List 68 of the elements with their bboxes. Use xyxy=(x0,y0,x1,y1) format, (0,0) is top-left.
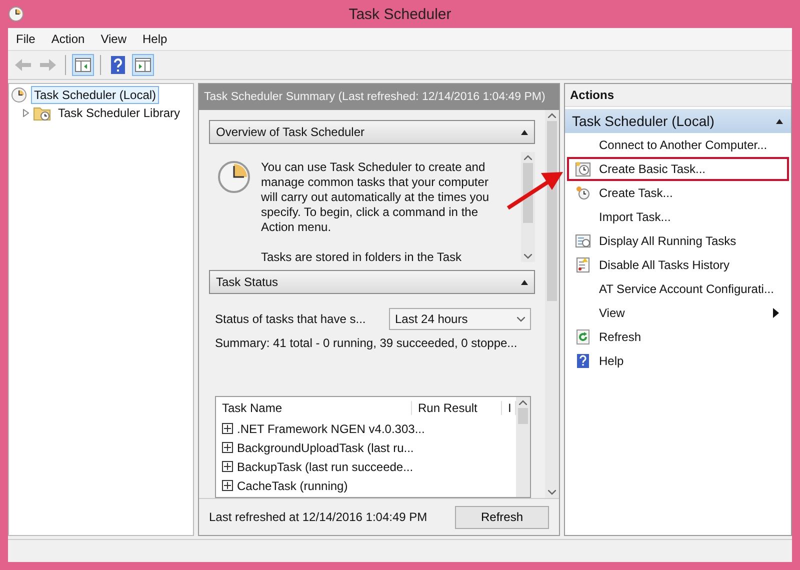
section-header[interactable]: Overview of Task Scheduler xyxy=(209,120,535,144)
expand-plus-icon xyxy=(222,442,233,453)
expand-arrow-icon[interactable] xyxy=(23,109,29,117)
app-clock-icon xyxy=(8,6,24,22)
column-header[interactable]: Run Result xyxy=(412,401,502,415)
menu-item[interactable]: File xyxy=(8,32,44,46)
summary-text: Summary: 41 total - 0 running, 39 succeeded, 0 stoppe... xyxy=(215,336,518,350)
task-row[interactable]: CacheTask (running) xyxy=(216,476,516,495)
command-entry[interactable]: Display All Running Tasks xyxy=(567,229,789,253)
expand-plus-icon xyxy=(222,423,233,434)
dropdown-chevron-icon[interactable] xyxy=(517,316,525,322)
menu-item[interactable]: View xyxy=(92,32,134,46)
refresh-icon xyxy=(575,329,591,345)
collapse-caret-icon[interactable] xyxy=(776,118,783,124)
tree-item[interactable]: Task Scheduler (Local) xyxy=(31,86,160,104)
clock-icon xyxy=(11,87,27,103)
clock-icon xyxy=(575,185,591,201)
section-header[interactable]: Task Status xyxy=(209,270,535,294)
overview-text: You can use Task Scheduler to create and manage common tasks that your computer will carry out automatically at the times you specify. To begin, click a command in the Action menu. xyxy=(261,160,490,235)
time-range-dropdown[interactable]: Last 24 hours xyxy=(389,308,531,330)
collapse-caret-icon[interactable] xyxy=(521,280,528,284)
scroll-thumb[interactable] xyxy=(518,408,528,424)
command-entry[interactable]: Disable All Tasks History xyxy=(567,253,789,277)
command-entry[interactable]: Connect to Another Computer... xyxy=(567,133,789,157)
command-entry[interactable]: Import Task... xyxy=(567,205,789,229)
command-entry[interactable]: Create Basic Task... xyxy=(567,157,789,181)
tree-pane-button[interactable] xyxy=(72,54,94,76)
expand-plus-icon xyxy=(222,480,233,491)
scrollbar[interactable] xyxy=(521,152,535,262)
help-icon xyxy=(575,353,591,369)
folder-clock-icon xyxy=(33,105,51,121)
last-refreshed-text: Last refreshed at 12/14/2016 1:04:49 PM xyxy=(209,510,428,524)
history-list-icon xyxy=(575,257,591,273)
command-entry[interactable]: AT Service Account Configurati... xyxy=(567,277,789,301)
column-header[interactable]: Task Name xyxy=(216,401,412,415)
task-row[interactable]: BackupTask (last run succeede... xyxy=(216,457,516,476)
scroll-thumb[interactable] xyxy=(523,163,533,223)
scroll-down-icon[interactable] xyxy=(524,254,532,259)
expand-plus-icon xyxy=(222,461,233,472)
clock-window-icon xyxy=(575,161,591,177)
command-entry[interactable]: Help xyxy=(567,349,789,373)
refresh-button[interactable]: Refresh xyxy=(455,506,549,528)
scroll-up-icon[interactable] xyxy=(519,400,527,405)
command-entry[interactable]: Refresh xyxy=(567,325,789,349)
scrollbar[interactable] xyxy=(516,397,530,497)
action-pane-button[interactable] xyxy=(132,54,154,76)
tree-item[interactable]: Task Scheduler Library xyxy=(55,104,184,122)
scroll-thumb[interactable] xyxy=(547,121,557,301)
actions-header: Actions xyxy=(565,84,791,107)
collapse-caret-icon[interactable] xyxy=(521,130,528,134)
scroll-up-icon[interactable] xyxy=(548,113,556,118)
summary-header: Task Scheduler Summary (Last refreshed: 12/14/2016 1:04:49 PM) xyxy=(199,84,559,110)
filter-label: Status of tasks that have s... xyxy=(215,312,366,326)
command-entry[interactable]: View xyxy=(567,301,789,325)
menu-item[interactable]: Action xyxy=(43,32,93,46)
overview-text: Tasks are stored in folders in the Task xyxy=(261,250,463,262)
scroll-down-icon[interactable] xyxy=(548,490,556,495)
menu-item[interactable]: Help xyxy=(134,32,176,46)
actions-group-header[interactable]: Task Scheduler (Local) xyxy=(565,109,791,133)
clock-icon xyxy=(217,160,251,194)
window-title: Task Scheduler xyxy=(348,6,452,22)
scroll-up-icon[interactable] xyxy=(524,155,532,160)
task-list-icon xyxy=(575,233,591,249)
command-entry[interactable]: Create Task... xyxy=(567,181,789,205)
task-row[interactable]: .NET Framework NGEN v4.0.303... xyxy=(216,419,516,438)
task-row[interactable]: BackgroundUploadTask (last ru... xyxy=(216,438,516,457)
submenu-arrow-icon xyxy=(773,308,779,318)
scrollbar[interactable] xyxy=(545,110,559,498)
